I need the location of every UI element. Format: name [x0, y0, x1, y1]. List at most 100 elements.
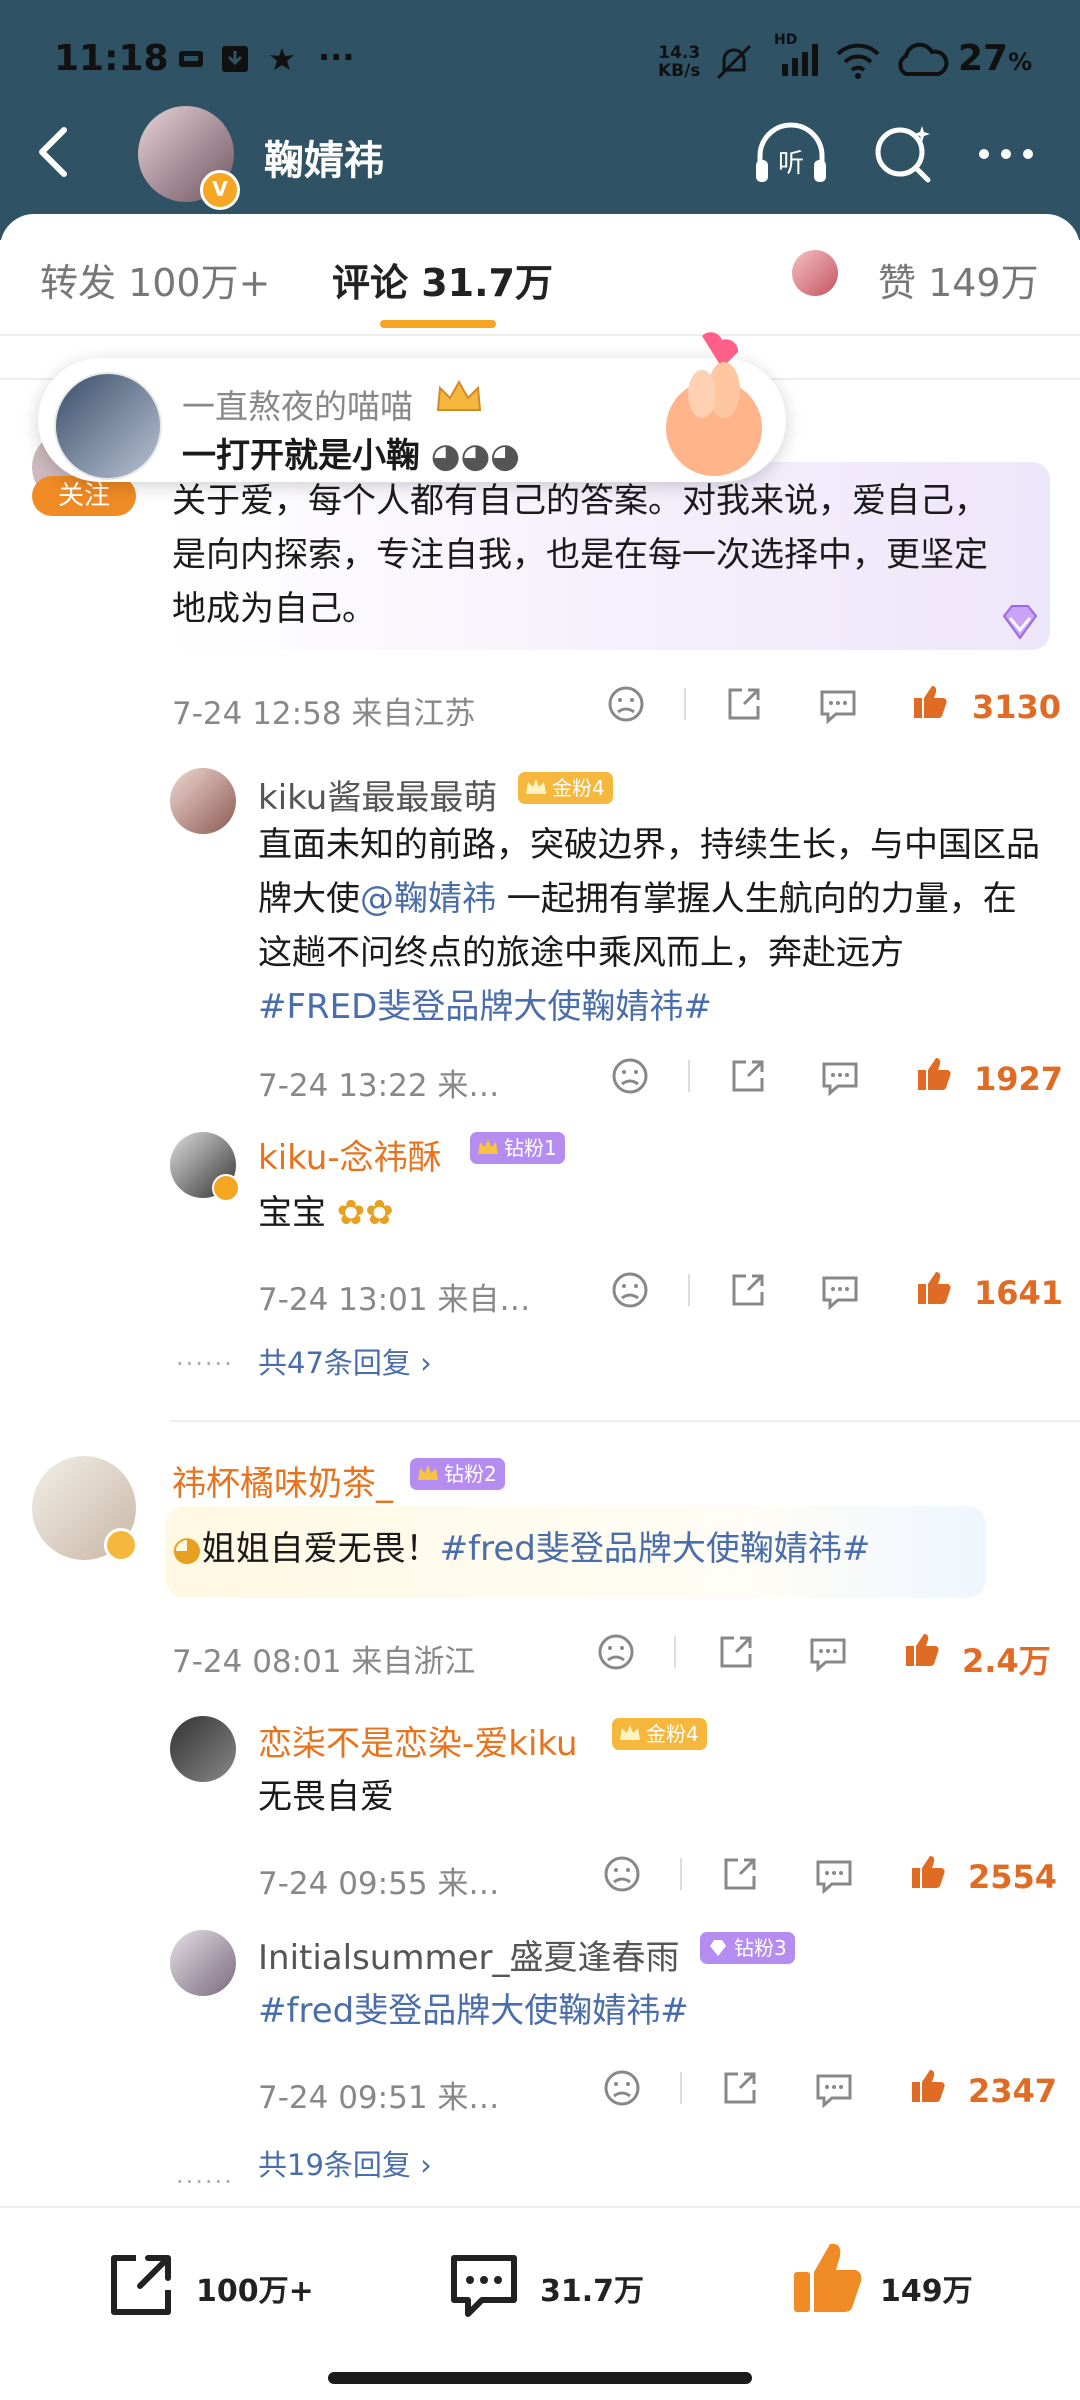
like-count: 1641	[974, 1274, 1064, 1312]
more-replies-link[interactable]: 共19条回复 ›	[258, 2142, 432, 2184]
comment-count[interactable]: 31.7万	[540, 2266, 644, 2310]
download-icon	[222, 46, 248, 72]
home-indicator[interactable]	[328, 2372, 752, 2384]
follow-button[interactable]: 关注	[32, 476, 136, 516]
hashtag-link[interactable]: #fred斐登品牌大使鞠婧祎#	[440, 1529, 871, 1569]
reply-username[interactable]: Initialsummer_盛夏逢春雨	[258, 1930, 679, 1979]
reply-icon[interactable]	[820, 1058, 860, 1097]
author-name[interactable]: 鞠婧祎	[264, 128, 384, 186]
share-icon[interactable]	[728, 1056, 768, 1096]
tab-likes[interactable]: 赞 149万	[878, 252, 1039, 307]
dislike-icon[interactable]	[602, 2068, 642, 2108]
comment-text: ◕姐姐自爱无畏！#fred斐登品牌大使鞠婧祎#	[172, 1529, 871, 1569]
like-icon[interactable]	[790, 2238, 866, 2318]
toast-avatar	[54, 372, 162, 480]
reply-text: 宝宝 ✿✿	[258, 1193, 394, 1233]
like-count: 2554	[968, 1858, 1058, 1896]
reply-avatar[interactable]	[170, 1930, 236, 1996]
comment-meta: 7-24 08:01 来自浙江	[172, 1644, 476, 1680]
meta-divider	[688, 1274, 690, 1306]
verified-badge-icon	[212, 1174, 240, 1202]
svg-text:听: 听	[778, 149, 804, 179]
meta-divider	[680, 1858, 682, 1890]
more-replies-link[interactable]: 共47条回复 ›	[258, 1340, 432, 1382]
fan-badge: 金粉4	[518, 772, 613, 804]
like-count: 1927	[974, 1060, 1064, 1098]
repost-icon[interactable]	[106, 2248, 178, 2320]
notification-icon	[178, 48, 204, 70]
like-count: 2.4万	[962, 1642, 1051, 1680]
network-speed: 14.3 KB/s	[658, 43, 701, 81]
reply-text: 无畏自爱	[258, 1777, 394, 1817]
thumbs-up-icon[interactable]	[914, 1268, 954, 1308]
reply-text: #fred斐登品牌大使鞠婧祎#	[258, 1984, 689, 2038]
reply-avatar[interactable]	[170, 1716, 236, 1782]
reply-icon[interactable]	[808, 1634, 848, 1673]
back-icon[interactable]	[30, 122, 80, 182]
dislike-icon[interactable]	[610, 1270, 650, 1310]
share-icon[interactable]	[724, 684, 764, 724]
tab-repost[interactable]: 转发 100万+	[40, 252, 270, 307]
meta-divider	[674, 1636, 676, 1668]
repost-count[interactable]: 100万+	[196, 2266, 314, 2310]
reply-text: 直面未知的前路，突破边界，持续生长，与中国区品牌大使@鞠婧祎 一起拥有掌握人生航…	[258, 825, 1040, 1027]
dislike-icon[interactable]	[606, 684, 646, 724]
verified-badge-icon	[104, 1528, 138, 1562]
thumbs-up-icon[interactable]	[910, 682, 950, 722]
share-icon[interactable]	[720, 1854, 760, 1894]
toast-username: 一直熬夜的喵喵	[182, 387, 413, 426]
crown-icon	[434, 378, 484, 418]
reply-username[interactable]: 恋柒不是恋染-爱kiku	[258, 1716, 578, 1765]
active-tab-indicator	[380, 320, 496, 328]
dislike-icon[interactable]	[610, 1056, 650, 1096]
reply-icon[interactable]	[820, 1272, 860, 1311]
verified-badge-icon: V	[200, 170, 240, 210]
wifi-icon	[836, 42, 880, 80]
comment-divider	[170, 1420, 1080, 1422]
listen-icon[interactable]: 听	[752, 120, 830, 190]
share-icon[interactable]	[716, 1632, 756, 1672]
dislike-icon[interactable]	[602, 1854, 642, 1894]
reply-username[interactable]: kiku-念祎酥	[258, 1130, 442, 1179]
signal-icon: HD	[774, 32, 824, 78]
reply-icon[interactable]	[818, 686, 858, 725]
share-icon[interactable]	[728, 1270, 768, 1310]
status-time: 11:18	[54, 38, 169, 79]
diamond-decoration-icon	[996, 598, 1044, 646]
fan-badge: 钻粉3	[700, 1932, 795, 1964]
more-replies-dots: ······	[176, 1350, 234, 1378]
tab-comments[interactable]: 评论 31.7万	[332, 252, 553, 307]
thumbs-up-icon[interactable]	[902, 1630, 942, 1670]
fan-badge: 金粉4	[612, 1718, 707, 1750]
reply-icon[interactable]	[814, 2070, 854, 2109]
meta-divider	[688, 1060, 690, 1092]
reply-username[interactable]: kiku酱最最最萌	[258, 770, 497, 819]
thumbs-up-icon[interactable]	[914, 1054, 954, 1094]
battery-level: 27%	[958, 38, 1033, 79]
mute-icon	[712, 40, 756, 84]
finger-heart-icon	[650, 330, 770, 480]
battery-cloud-icon	[894, 42, 950, 78]
comment-username[interactable]: 祎杯橘味奶茶_	[172, 1456, 393, 1505]
thumbs-up-icon[interactable]	[908, 1852, 948, 1892]
more-icon[interactable]	[976, 132, 1036, 172]
fan-badge: 钻粉2	[410, 1458, 505, 1490]
reply-meta: 7-24 13:01 来自…	[258, 1282, 531, 1318]
hashtag-link[interactable]: #FRED斐登品牌大使鞠婧祎#	[258, 987, 712, 1027]
like-count-total[interactable]: 149万	[880, 2266, 973, 2310]
reply-avatar[interactable]	[170, 768, 236, 834]
reply-icon[interactable]	[814, 1856, 854, 1895]
comment-icon[interactable]	[448, 2250, 520, 2320]
dislike-icon[interactable]	[596, 1632, 636, 1672]
hashtag-link[interactable]: #fred斐登品牌大使鞠婧祎#	[258, 1991, 689, 2031]
mention-link[interactable]: @鞠婧祎	[360, 879, 496, 919]
more-replies-dots: ······	[176, 2168, 234, 2196]
search-icon[interactable]	[870, 118, 936, 188]
thumbs-up-icon[interactable]	[908, 2066, 948, 2106]
like-avatar	[792, 250, 838, 296]
tab-divider	[0, 334, 1080, 336]
fan-badge: 钻粉1	[470, 1132, 565, 1164]
toast-message: 一打开就是小鞠 ◕◕◕	[182, 436, 520, 476]
leaf-icon	[268, 46, 296, 72]
share-icon[interactable]	[720, 2068, 760, 2108]
